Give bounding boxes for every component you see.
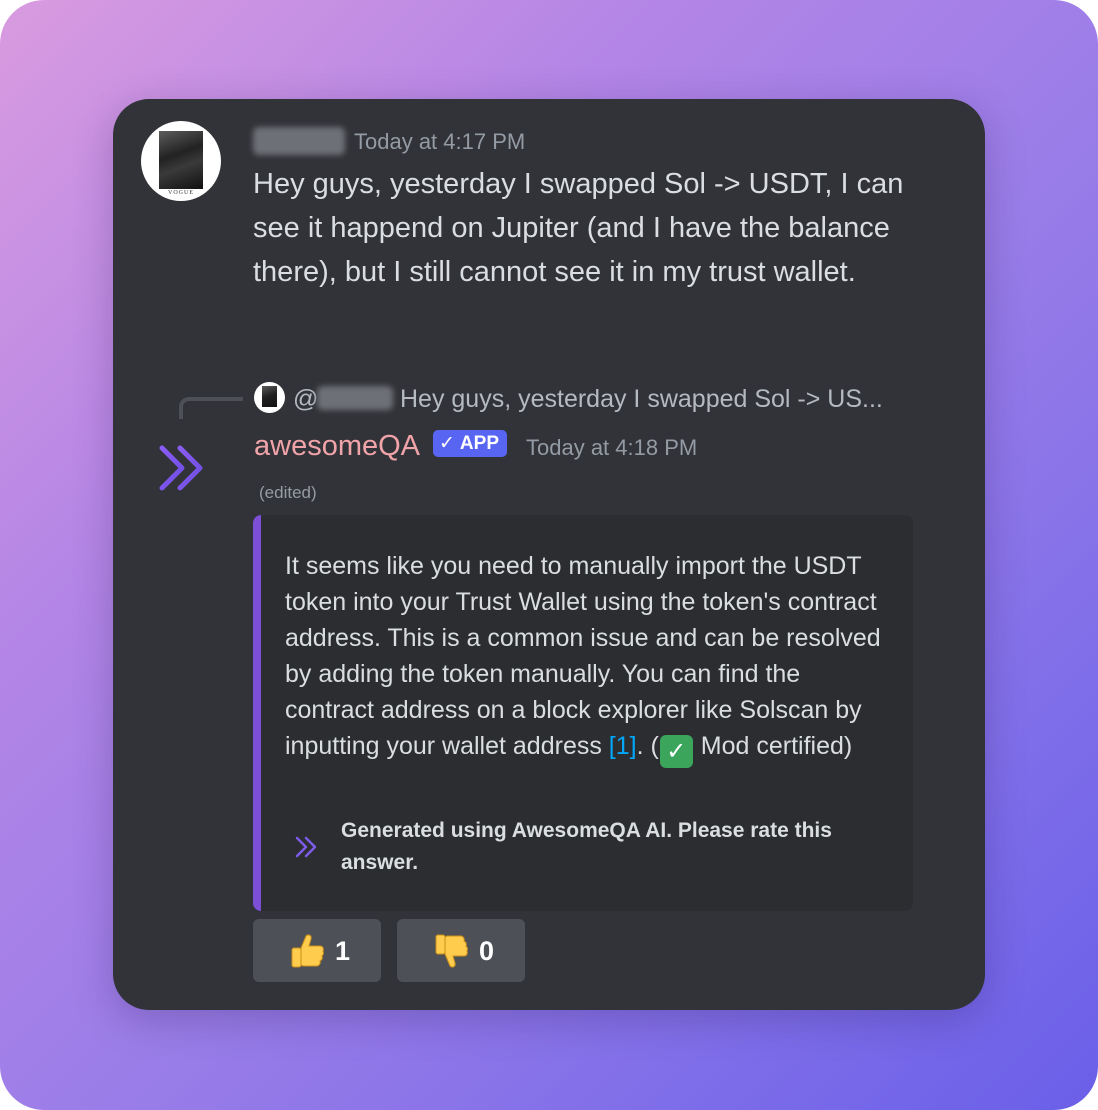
awesomeqa-logo-icon[interactable] — [156, 440, 212, 496]
embed-footer-text: Generated using AwesomeQA AI. Please rat… — [341, 819, 832, 874]
embed-text-part2: . ( — [636, 732, 659, 760]
citation-link[interactable]: [1] — [609, 732, 637, 760]
reply-avatar-photo — [262, 386, 277, 407]
app-badge: ✓ APP — [433, 430, 507, 457]
bot-message-timestamp: Today at 4:18 PM — [526, 435, 698, 460]
reply-blurred-username[interactable] — [317, 386, 393, 410]
thumbs-up-icon — [291, 934, 324, 968]
thumbs-down-reaction-button[interactable]: 0 — [397, 919, 525, 982]
thumbs-down-count: 0 — [479, 936, 495, 966]
app-badge-label: APP — [459, 433, 499, 454]
reply-mention-symbol[interactable]: @ — [293, 383, 318, 415]
avatar-caption: VOGUE — [168, 190, 194, 196]
edited-label: (edited) — [259, 483, 317, 502]
embed-answer-text: It seems like you need to manually impor… — [285, 548, 895, 768]
thumbs-up-reaction-button[interactable]: 1 — [253, 919, 381, 982]
embed-text-part3: Mod certified) — [693, 732, 853, 760]
reply-avatar — [254, 382, 285, 413]
user-avatar[interactable]: VOGUE — [141, 121, 221, 201]
answer-embed: It seems like you need to manually impor… — [253, 515, 913, 911]
embed-accent-bar — [253, 515, 261, 911]
thumbs-down-icon — [435, 934, 468, 968]
verified-check-icon: ✓ — [439, 433, 455, 454]
avatar-photo — [159, 131, 203, 189]
reply-preview[interactable]: Hey guys, yesterday I swapped Sol -> US.… — [400, 383, 883, 415]
gradient-background: VOGUE Today at 4:17 PM Hey guys, yesterd… — [0, 0, 1098, 1110]
thumbs-up-count: 1 — [335, 936, 351, 966]
bot-author-name[interactable]: awesomeQA — [254, 428, 420, 464]
awesomeqa-footer-icon — [295, 836, 317, 858]
check-mark-icon: ✓ — [659, 735, 693, 768]
blurred-username[interactable] — [253, 127, 345, 155]
embed-text-part1: It seems like you need to manually impor… — [285, 552, 881, 760]
reply-connector — [179, 397, 243, 419]
message-timestamp: Today at 4:17 PM — [354, 129, 526, 154]
message-content: Hey guys, yesterday I swapped Sol -> USD… — [253, 168, 904, 288]
